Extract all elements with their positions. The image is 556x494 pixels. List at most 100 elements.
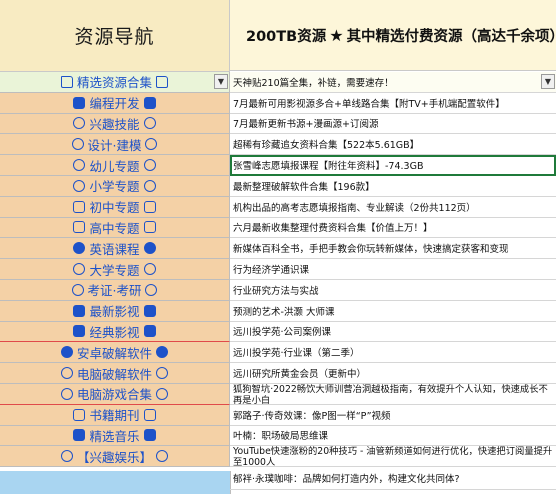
graduation-icon [143,263,156,276]
list-item-text: 机构出品的高考志愿填报指南、专业解读（2份共112页） [233,202,476,214]
gear-icon [60,367,73,380]
design-icon [71,138,84,151]
book-icon [143,408,156,421]
list-item[interactable]: 叶楠：职场破局思维课 [230,426,556,447]
list-item[interactable]: 远川研究所黄金会员（更新中） [230,363,556,384]
list-item-text: 狐狗智坑·2022畅饮大师训营冶洞越极指南，有效提升个人认知，快速成长不再是小白 [233,383,548,405]
nav-item-android-software[interactable]: 安卓破解软件 [0,342,230,364]
list-item[interactable]: 机构出品的高考志愿填报指南、专业解读（2份共112页） [230,197,556,218]
nav-item-university[interactable]: 大学专题 [0,259,230,280]
certificate-icon [145,283,158,296]
nav-item-label: 精选音乐 [89,428,140,444]
child-icon [73,179,86,192]
list-item[interactable]: 郭路子·传奇效课：像P图一样“P”视频 [230,405,556,426]
content-header-title: 200TB资源 ★ 其中精选付费资源（高达千余项） [230,0,556,71]
nav-item-label: 最新影视 [89,304,140,320]
nav-item-label: 书籍期刊 [89,408,140,424]
header-title-part-a: 200TB资源 [246,28,327,45]
graduation-icon [73,263,86,276]
nav-item-hobby-skills[interactable]: 兴趣技能 [0,113,230,135]
list-item-text: 行业研究方法与实战 [233,285,319,297]
list-item-text: 天神贴210篇全集，补链，需要速存！ [233,77,394,89]
monitor-icon [143,96,156,109]
gear-icon [156,367,168,380]
baby-icon [143,159,156,172]
nav-item-pc-games[interactable]: 电脑游戏合集 [0,383,230,405]
nav-item-primary-school[interactable]: 小学专题 [0,175,230,197]
student-icon [73,221,86,234]
list-item[interactable]: 远川投学苑·行业课（第二季） [230,342,556,364]
certificate-icon [71,283,84,296]
music-icon [73,429,86,442]
student-icon [143,200,156,213]
dropdown-arrow-icon[interactable]: ▼ [541,74,555,89]
list-item[interactable]: 郁袢·永璞咖啡：品牌如何打造内外，构建文化共同体? [230,467,556,491]
clapper-icon [143,304,156,317]
list-item[interactable]: 行为经济学通识课 [230,259,556,280]
nav-item-latest-films[interactable]: 最新影视 [0,300,230,322]
list-item-text: YouTube快速涨粉的20种技巧 - 油管新频道如何进行优化，快速把订阅量提升… [233,446,553,468]
list-item-text: 远川研究所黄金会员（更新中） [233,369,367,381]
child-icon [143,179,156,192]
student-icon [143,221,156,234]
list-item-text: 六月最新收集整理付费资料合集【价值上万！】 [233,223,433,235]
resource-list: 天神贴210篇全集，补链，需要速存！ ▼ 7月最新可用影视源多合+单线路合集【附… [230,72,556,491]
list-item-text: 叶楠：职场破局思维课 [233,431,329,443]
list-item-selected[interactable]: 张雪峰志愿填报课程【附往年资料】-74.3GB [230,155,556,176]
nav-item-label: 大学专题 [89,262,140,278]
list-item[interactable]: 最新整理破解软件合集【196款】 [230,176,556,197]
dropdown-arrow-icon[interactable]: ▼ [214,74,228,89]
nav-item-label: 兴趣技能 [89,116,140,132]
nav-footer-bar [0,471,231,494]
nav-item-featured[interactable]: 精选资源合集 ▼ [0,72,230,93]
nav-item-classic-films[interactable]: 经典影视 [0,321,230,343]
list-item-text: 行为经济学通识课 [233,265,310,277]
nav-item-label: 幼儿专题 [89,158,140,174]
sidebar-nav: 精选资源合集 ▼ 编程开发 兴趣技能 设计·建模 幼儿专题 小学专题 初中专题 … [0,72,230,468]
list-item[interactable]: 7月最新可用影视源多合+单线路合集【附TV+手机端配置软件】 [230,93,556,114]
nav-item-label: 【兴趣娱乐】 [76,449,152,465]
list-item[interactable]: 7月最新更新书源+漫画源+订阅源 [230,114,556,135]
nav-item-music[interactable]: 精选音乐 [0,425,230,447]
list-item[interactable]: 预测的艺术-洪灏 大师课 [230,301,556,322]
gamepad-icon [60,387,73,400]
clapper-icon [143,325,156,338]
nav-item-design[interactable]: 设计·建模 [0,134,230,156]
nav-item-label: 设计·建模 [87,137,142,153]
student-icon [73,200,86,213]
clapper-icon [73,304,86,317]
nav-item-label: 英语课程 [89,241,140,257]
list-item[interactable]: 天神贴210篇全集，补链，需要速存！ ▼ [230,72,556,93]
nav-item-books[interactable]: 书籍期刊 [0,404,230,426]
nav-item-label: 精选资源合集 [76,75,152,91]
nav-item-entertainment[interactable]: 【兴趣娱乐】 [0,446,230,468]
monitor-icon [73,96,86,109]
nav-item-english[interactable]: 英语课程 [0,238,230,260]
nav-item-label: 经典影视 [89,324,140,340]
baby-icon [73,159,86,172]
list-item[interactable]: 新媒体百科全书，手把手教会你玩转新媒体，快速搞定获客和变现 [230,238,556,260]
list-item-text: 超稀有珍藏追女资料合集【522本5.61GB】 [233,140,420,152]
nav-item-label: 编程开发 [89,96,140,112]
list-item[interactable]: 行业研究方法与实战 [230,280,556,301]
list-item-text: 郭路子·传奇效课：像P图一样“P”视频 [233,410,391,422]
nav-item-preschool[interactable]: 幼儿专题 [0,155,230,176]
nav-item-middle-school[interactable]: 初中专题 [0,196,230,218]
nav-item-pc-software[interactable]: 电脑破解软件 [0,363,230,384]
list-item[interactable]: 超稀有珍藏追女资料合集【522本5.61GB】 [230,134,556,156]
nav-item-high-school[interactable]: 高中专题 [0,217,230,239]
list-item[interactable]: 远川投学苑·公司案例课 [230,322,556,343]
list-item-text: 新媒体百科全书，手把手教会你玩转新媒体，快速搞定获客和变现 [233,244,509,256]
list-item[interactable]: 六月最新收集整理付费资料合集【价值上万！】 [230,218,556,239]
list-item-text: 7月最新可用影视源多合+单线路合集【附TV+手机端配置软件】 [233,98,505,110]
list-item-text: 郁袢·永璞咖啡：品牌如何打造内外，构建文化共同体? [233,474,460,486]
palette-icon [73,117,86,130]
nav-item-exams[interactable]: 考证·考研 [0,279,230,301]
list-item[interactable]: 狐狗智坑·2022畅饮大师训营冶洞越极指南，有效提升个人认知，快速成长不再是小白 [230,384,556,405]
folder-icon [156,75,168,88]
music-icon [143,429,156,442]
list-item-text: 远川投学苑·行业课（第二季） [233,348,360,360]
list-item[interactable]: YouTube快速涨粉的20种技巧 - 油管新频道如何进行优化，快速把订阅量提升… [230,446,556,468]
cloud-icon [73,242,86,255]
nav-item-programming[interactable]: 编程开发 [0,92,230,114]
